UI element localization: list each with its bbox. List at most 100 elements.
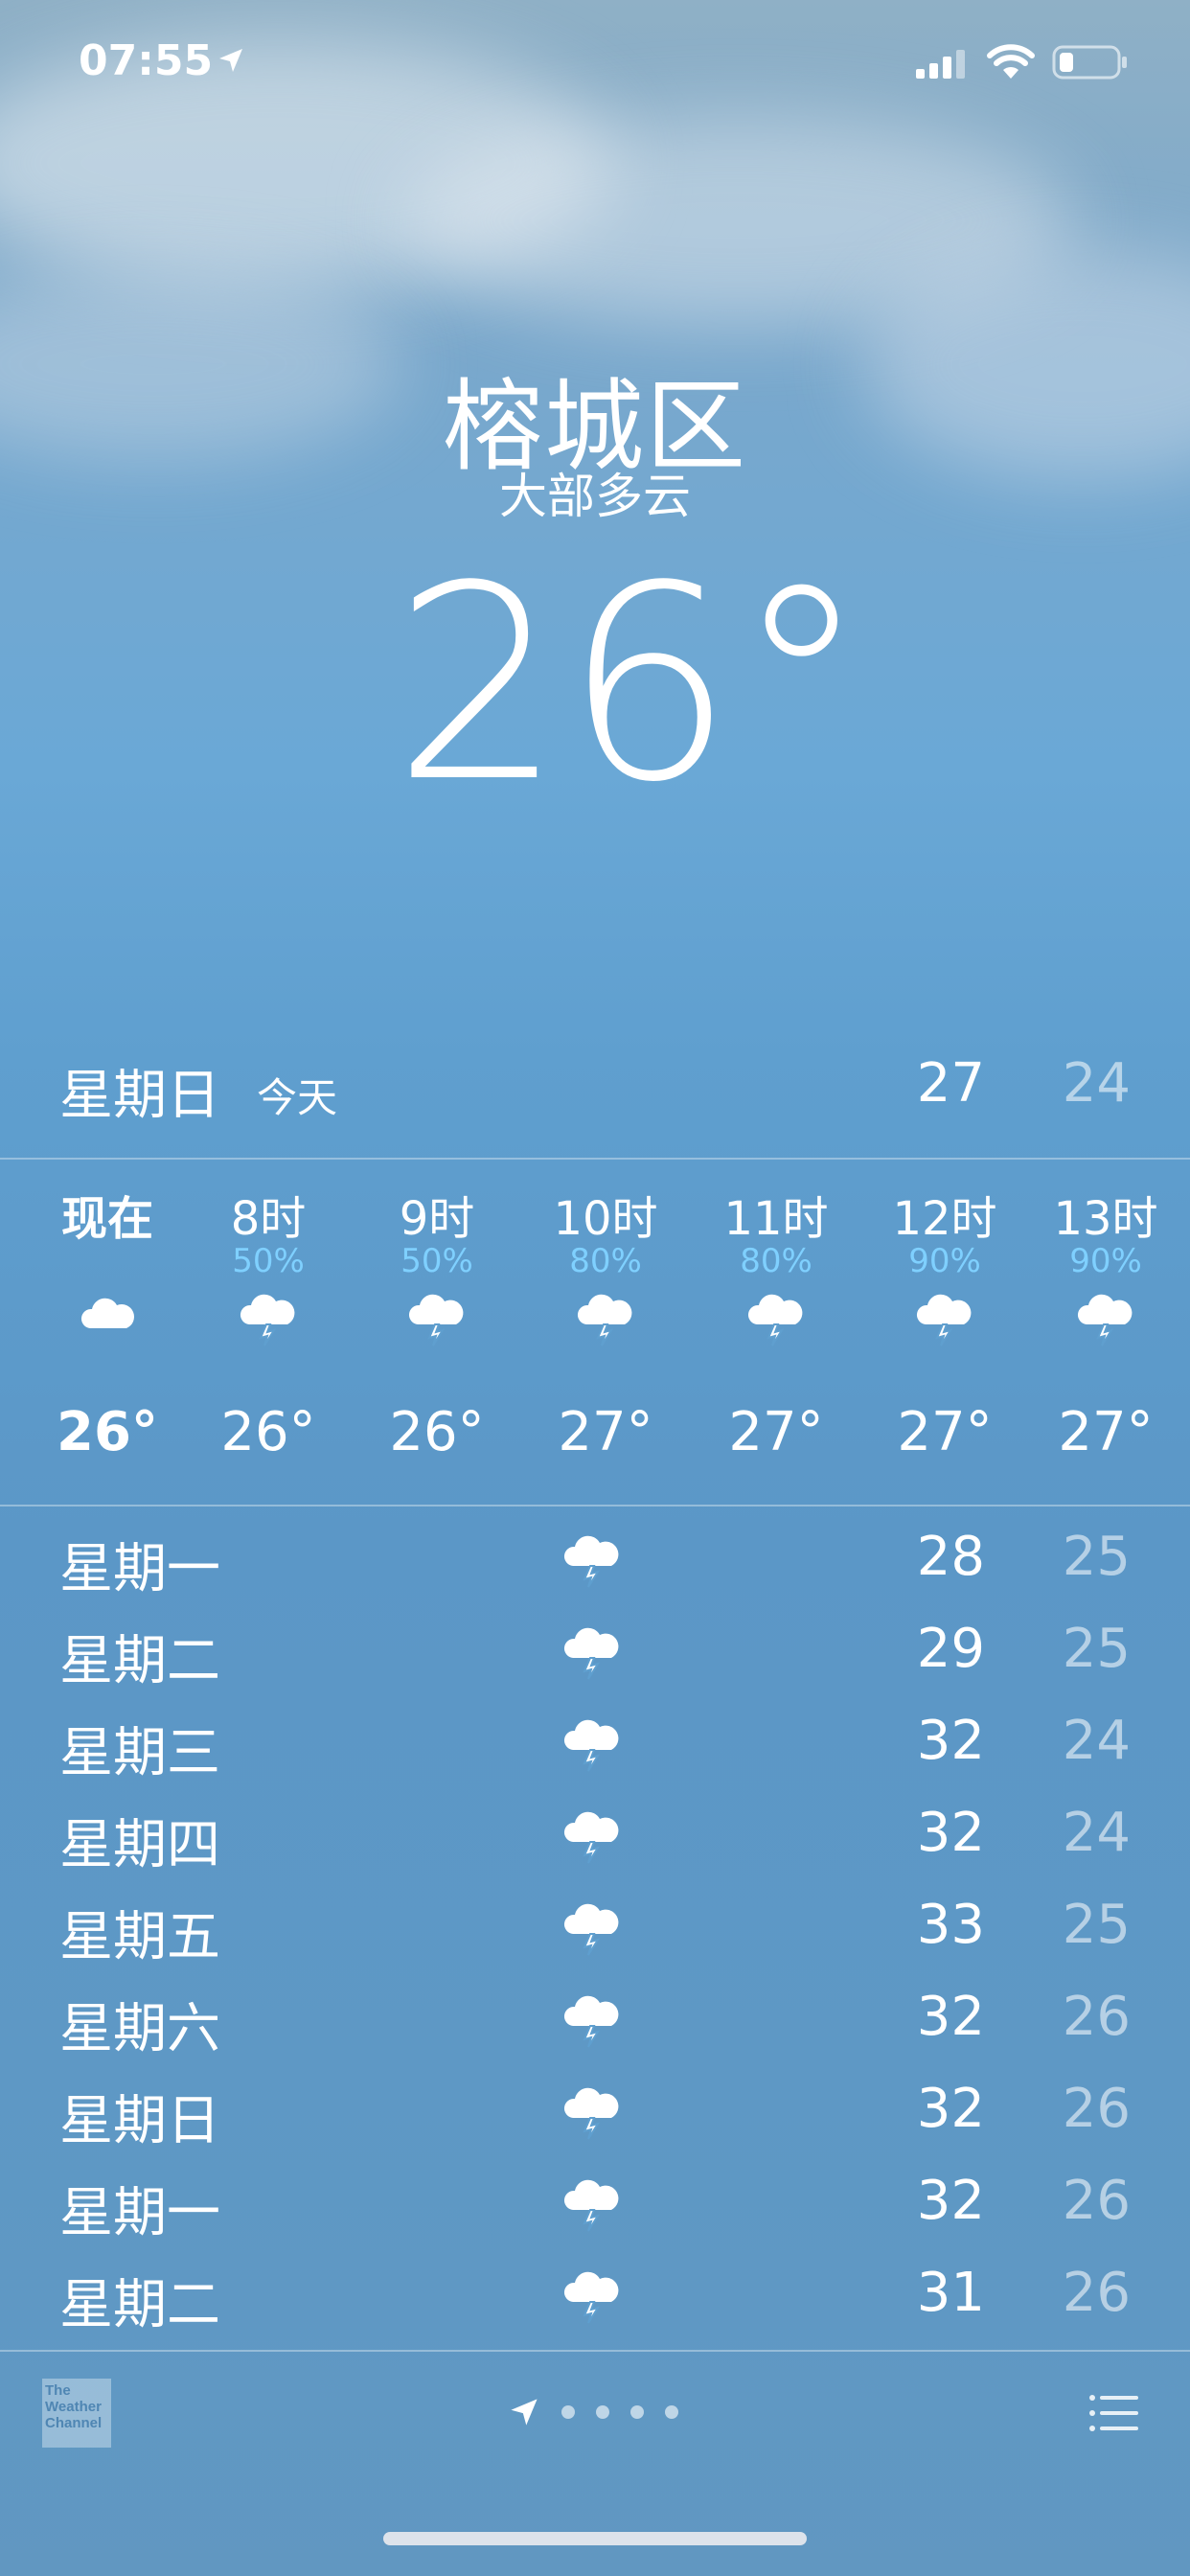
hourly-forecast-strip[interactable]: 现在 26° 8时 50% 26° 9时 50% 26° 10时 80% 27° (0, 1162, 1190, 1503)
hour-label: 10时 (553, 1192, 658, 1246)
hour-label: 12时 (892, 1192, 997, 1246)
day-high: 32 (916, 1986, 985, 2048)
precip-chance: 90% (908, 1242, 981, 1280)
hour-temperature: 27° (1058, 1401, 1154, 1463)
weather-condition: 大部多云 (499, 469, 691, 524)
hour-temperature: 26° (389, 1401, 485, 1463)
day-high: 31 (916, 2262, 985, 2324)
thunderstorm-icon (1077, 1294, 1133, 1346)
status-bar: 07:55 (0, 0, 1190, 125)
thunderstorm-icon (563, 2179, 619, 2232)
day-name: 星期一 (59, 1538, 220, 1600)
precip-chance: 50% (232, 1242, 305, 1280)
wifi-icon (987, 44, 1035, 79)
hour-label: 8时 (230, 1192, 307, 1246)
daily-row: 星期六 32 26 (0, 1972, 1190, 2064)
hourly-item: 8时 50% 26° (184, 1162, 353, 1503)
day-low: 25 (1062, 1894, 1131, 1956)
daily-row: 星期四 32 24 (0, 1788, 1190, 1880)
hourly-item: 13时 90% 27° (1021, 1162, 1190, 1503)
hour-temperature: 27° (728, 1401, 824, 1463)
page-indicator[interactable] (508, 2392, 699, 2430)
today-summary-row: 星期日 今天 27 24 (0, 1045, 1190, 1140)
daily-row: 星期二 31 26 (0, 2248, 1190, 2340)
thunderstorm-icon (563, 1719, 619, 1772)
list-icon[interactable] (1088, 2392, 1140, 2434)
day-high: 32 (916, 2170, 985, 2232)
day-high: 32 (916, 1710, 985, 1772)
precip-chance: 50% (400, 1242, 473, 1280)
day-high: 32 (916, 2078, 985, 2140)
location-arrow-icon (219, 49, 242, 72)
precip-chance: 80% (740, 1242, 812, 1280)
page-dot (561, 2405, 575, 2419)
thunderstorm-icon (563, 1535, 619, 1588)
precip-chance: 90% (1069, 1242, 1142, 1280)
day-low: 26 (1062, 1986, 1131, 2048)
thunderstorm-icon (577, 1294, 632, 1346)
thunderstorm-icon (408, 1294, 464, 1346)
today-high: 27 (916, 1052, 985, 1115)
page-dot (630, 2405, 644, 2419)
day-name: 星期二 (59, 1630, 220, 1692)
thunderstorm-icon (916, 1294, 972, 1346)
daily-row: 星期二 29 25 (0, 1604, 1190, 1696)
thunderstorm-icon (747, 1294, 803, 1346)
divider (0, 1158, 1190, 1160)
battery-icon (1052, 45, 1127, 80)
hour-temperature: 26° (57, 1401, 158, 1463)
day-high: 32 (916, 1802, 985, 1864)
weather-channel-logo[interactable]: The Weather Channel (42, 2379, 111, 2448)
hour-label: 9时 (399, 1192, 475, 1246)
day-low: 26 (1062, 2170, 1131, 2232)
hour-label: 13时 (1053, 1192, 1158, 1246)
hour-temperature: 27° (897, 1401, 993, 1463)
hourly-item: 现在 26° (23, 1162, 192, 1503)
hourly-item: 10时 80% 27° (521, 1162, 690, 1503)
hour-label: 现在 (60, 1192, 153, 1246)
hour-label: 11时 (723, 1192, 829, 1246)
today-label: 今天 (257, 1074, 338, 1121)
current-temperature: 26° (393, 529, 869, 841)
day-name: 星期日 (59, 2090, 220, 2152)
today-low: 24 (1062, 1052, 1131, 1115)
thunderstorm-icon (563, 1903, 619, 1956)
daily-row: 星期日 32 26 (0, 2064, 1190, 2156)
location-arrow-icon (511, 2399, 538, 2426)
thunderstorm-icon (563, 1627, 619, 1680)
day-low: 26 (1062, 2078, 1131, 2140)
daily-row: 星期五 33 25 (0, 1880, 1190, 1972)
day-high: 29 (916, 1618, 985, 1680)
day-name: 星期三 (59, 1722, 220, 1784)
thunderstorm-icon (240, 1294, 295, 1346)
precip-chance: 80% (569, 1242, 642, 1280)
hour-temperature: 27° (558, 1401, 653, 1463)
day-name: 星期五 (59, 1906, 220, 1968)
day-low: 25 (1062, 1526, 1131, 1588)
thunderstorm-icon (563, 2087, 619, 2140)
cloud-icon (80, 1298, 134, 1328)
thunderstorm-icon (563, 2271, 619, 2324)
day-low: 24 (1062, 1710, 1131, 1772)
day-name: 星期二 (59, 2274, 220, 2336)
today-day-name: 星期日 (59, 1065, 220, 1127)
page-dot (596, 2405, 609, 2419)
thunderstorm-icon (563, 1811, 619, 1864)
cellular-signal-icon (916, 50, 965, 79)
day-name: 星期四 (59, 1814, 220, 1876)
daily-row: 星期一 32 26 (0, 2156, 1190, 2248)
home-indicator[interactable] (383, 2532, 807, 2545)
day-low: 26 (1062, 2262, 1131, 2324)
day-high: 28 (916, 1526, 985, 1588)
hourly-item: 12时 90% 27° (860, 1162, 1029, 1503)
hourly-item: 11时 80% 27° (692, 1162, 860, 1503)
thunderstorm-icon (563, 1995, 619, 2048)
day-name: 星期一 (59, 2182, 220, 2244)
daily-row: 星期一 28 25 (0, 1512, 1190, 1604)
divider (0, 1505, 1190, 1506)
hour-temperature: 26° (220, 1401, 316, 1463)
day-high: 33 (916, 1894, 985, 1956)
page-dot (665, 2405, 678, 2419)
status-time: 07:55 (79, 36, 214, 85)
day-low: 25 (1062, 1618, 1131, 1680)
